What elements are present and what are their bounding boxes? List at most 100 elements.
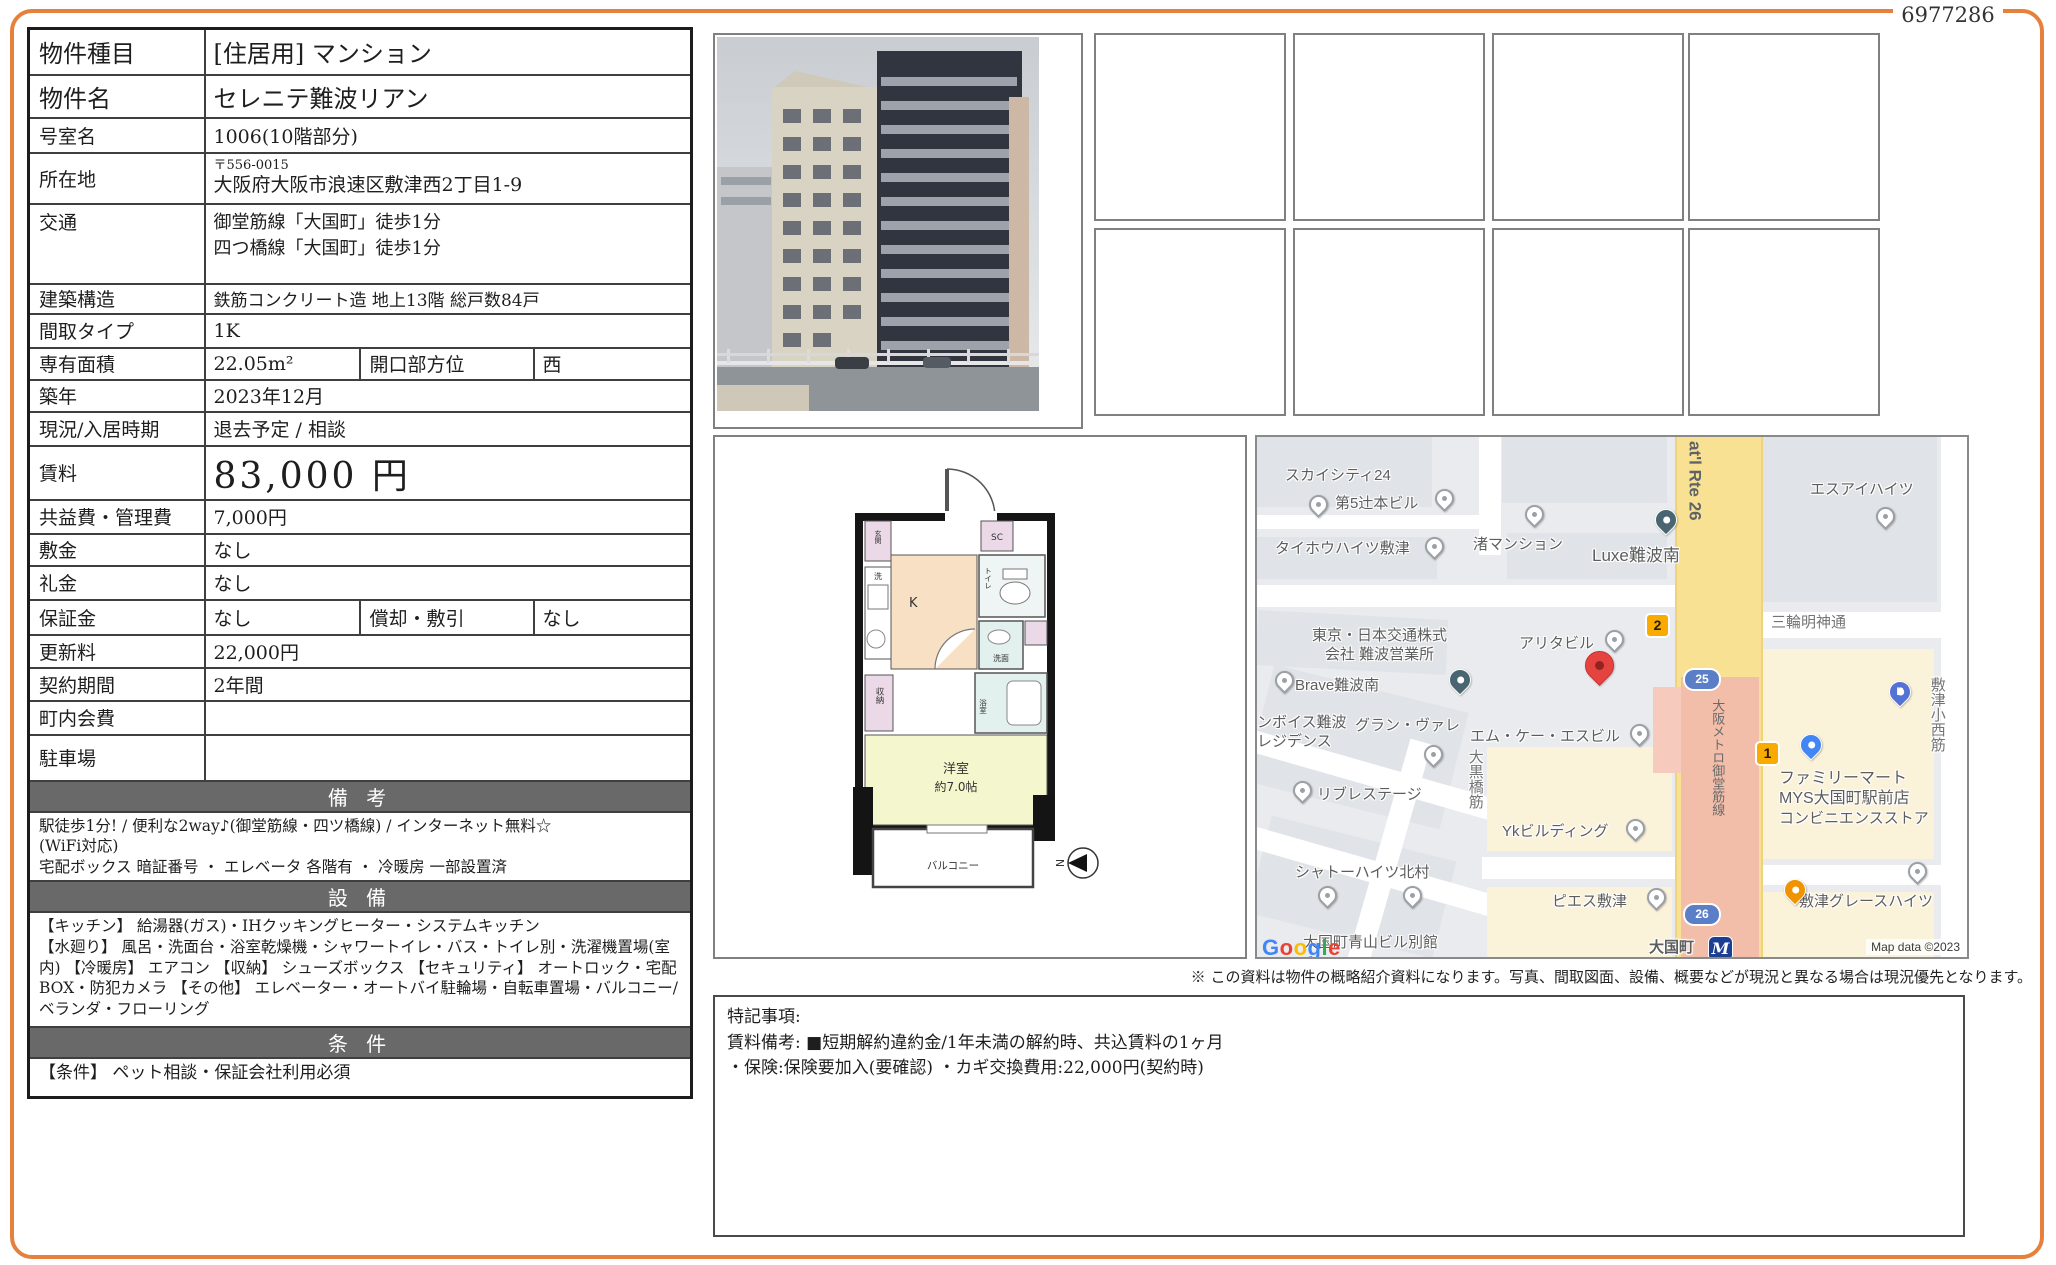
map-label-libre: リブレステージ [1317, 786, 1422, 803]
fp-balcony-label: バルコニー [927, 860, 979, 872]
location-label: 所在地 [27, 151, 206, 205]
row-equipment: 【キッチン】 給湯器(ガス)・IHクッキングヒーター・システムキッチン 【水廻り… [27, 911, 693, 1029]
fp-entrance-label: 玄関 [874, 529, 882, 545]
location-map: at'l Rte 26 大阪メトロ御堂筋線 大黒橋筋 敷津小西筋 三輪明神通 ス… [1255, 435, 1969, 959]
area-label: 専有面積 [27, 346, 206, 381]
row-built: 築年 2023年12月 [27, 378, 693, 413]
row-deposit: 敷金 なし [27, 532, 693, 567]
map-label-luxe: Luxe難波南 [1592, 546, 1680, 565]
fp-shoebox-label: SC [991, 533, 1003, 543]
property-type-value: [住居用] マンション [203, 27, 693, 76]
row-property-name: 物件名 セレニテ難波リアン [27, 73, 693, 119]
map-label-tokyo-nihon: 東京・日本交通株式 会社 難波営業所 [1312, 627, 1448, 663]
neighborhood-fee-label: 町内会費 [27, 699, 206, 736]
property-name-value: セレニテ難波リアン [203, 73, 693, 119]
row-parking: 駐車場 [27, 733, 693, 782]
map-label-piesu: ピエス敷津 [1552, 893, 1628, 910]
rent-value: 83,000 円 [203, 444, 693, 501]
fp-washroom-label: 洗面 [993, 653, 1009, 663]
contract-label: 契約期間 [27, 666, 206, 702]
renewal-label: 更新料 [27, 633, 206, 669]
map-label-miwa: 三輪明神通 [1771, 614, 1847, 631]
building-photo-frame [713, 33, 1083, 429]
row-structure: 建築構造 鉄筋コンクリート造 地上13階 総戸数84戸 [27, 282, 693, 315]
equipment-text: 【キッチン】 給湯器(ガス)・IHクッキングヒーター・システムキッチン 【水廻り… [27, 911, 693, 1029]
transport-label: 交通 [27, 202, 206, 285]
map-label-invoice: ンボイス難波 レジデンス [1257, 714, 1347, 750]
row-layout-type: 間取タイプ 1K [27, 312, 693, 349]
map-label-skycity: スカイシティ24 [1285, 467, 1391, 484]
row-property-type: 物件種目 [住居用] マンション [27, 27, 693, 76]
map-label-grace: 敷津グレースハイツ [1799, 893, 1933, 910]
map-pin [1601, 626, 1628, 653]
amortization-value: なし [532, 598, 693, 636]
map-label-arita: アリタビル [1519, 635, 1595, 652]
location-value: 〒556-0015 大阪府大阪市浪速区敷津西2丁目1-9 [203, 151, 693, 205]
equipment-header: 設 備 [27, 880, 693, 914]
guarantee-label: 保証金 [27, 598, 206, 636]
deposit-label: 敷金 [27, 532, 206, 567]
row-status: 現況/入居時期 退去予定 / 相談 [27, 410, 693, 447]
row-fees: 共益費・管理費 7,000円 [27, 498, 693, 535]
route-badge-25: 25 [1685, 670, 1719, 689]
property-type-label: 物件種目 [27, 27, 206, 76]
row-location: 所在地 〒556-0015 大阪府大阪市浪速区敷津西2丁目1-9 [27, 151, 693, 205]
disclaimer-note: ※ この資料は物件の概略紹介資料になります。写真、間取図面、設備、概要などが現況… [1190, 968, 2032, 986]
map-road [1257, 515, 1492, 529]
map-road [1257, 585, 1677, 607]
parking-value [203, 733, 693, 782]
map-label-famima: ファミリーマート MYS大国町駅前店 [1779, 770, 1910, 807]
row-guarantee: 保証金 なし 償却・敷引 なし [27, 598, 693, 636]
map-label-konishi: 敷津小西筋 [1928, 677, 1946, 752]
map-block [1762, 437, 1937, 602]
row-renewal: 更新料 22,000円 [27, 633, 693, 669]
special-notes-box: 特記事項: 賃料備考: ■短期解約違約金/1年未満の解約時、共込賃料の1ヶ月 ・… [713, 995, 1965, 1237]
fp-toilet-label: トイレ [984, 567, 993, 590]
fp-room-label-2: 約7.0帖 [934, 779, 977, 794]
floorplan: 玄関 SC トイレ K 洗 洗面 収納 浴室 洋室 約7.0帖 バルコニー N [853, 468, 1099, 889]
photo-placeholder-5 [1094, 228, 1286, 416]
status-value: 退去予定 / 相談 [203, 410, 693, 447]
map-pin [1521, 501, 1548, 528]
map-label-midosuji-line: 大阪メトロ御堂筋線 [1710, 699, 1726, 816]
map-label-nagisa: 渚マンション [1473, 536, 1564, 553]
contract-value: 2年間 [203, 666, 693, 702]
map-label-yk: Ykビルディング [1502, 823, 1609, 840]
remarks-text: 駅徒歩1分! / 便利な2way♪(御堂筋線・四ツ橋線) / インターネット無料… [27, 810, 693, 883]
property-flyer-page: 6977286 物件種目 [住居用] マンション 物件名 セレニテ難波リアン 号… [0, 0, 2056, 1265]
postal-code: 〒556-0015 [213, 158, 289, 174]
facing-value: 西 [532, 346, 693, 381]
google-logo: Google [1262, 935, 1341, 959]
room-no-label: 号室名 [27, 116, 206, 154]
conditions-header: 条 件 [27, 1026, 693, 1060]
row-room-no: 号室名 1006(10階部分) [27, 116, 693, 154]
property-spec-table: 物件種目 [住居用] マンション 物件名 セレニテ難波リアン 号室名 1006(… [27, 27, 693, 1099]
guarantee-value: なし [203, 598, 361, 636]
row-area: 専有面積 22.05m² 開口部方位 西 [27, 346, 693, 381]
key-money-value: なし [203, 564, 693, 601]
map-pin [1626, 720, 1653, 747]
row-neighborhood-fee: 町内会費 [27, 699, 693, 736]
route-badge-2: 2 [1647, 615, 1668, 636]
fp-closet-label: 収納 [874, 686, 884, 705]
fp-kitchen-label: K [909, 596, 918, 611]
document-id: 6977286 [1893, 0, 2003, 30]
map-label-daikokubashi: 大黒橋筋 [1466, 749, 1484, 809]
built-label: 築年 [27, 378, 206, 413]
renewal-value: 22,000円 [203, 633, 693, 669]
row-rent: 賃料 83,000 円 [27, 444, 693, 501]
osaka-metro-icon: M [1709, 937, 1732, 957]
parking-letter: P [1896, 686, 1904, 698]
photo-placeholder-6 [1293, 228, 1485, 416]
photo-placeholder-2 [1293, 33, 1485, 221]
fees-label: 共益費・管理費 [27, 498, 206, 535]
map-label-granvale: グラン・ヴァレ [1355, 717, 1461, 734]
property-name-label: 物件名 [27, 73, 206, 119]
status-label: 現況/入居時期 [27, 410, 206, 447]
photo-placeholder-7 [1492, 228, 1684, 416]
row-remarks-header: 備 考 [27, 779, 693, 813]
remarks-header: 備 考 [27, 779, 693, 813]
map-pin-tokyo-nihon [1444, 664, 1476, 696]
fp-washer-label: 洗 [874, 571, 882, 581]
floorplan-frame: 玄関 SC トイレ K 洗 洗面 収納 浴室 洋室 約7.0帖 バルコニー N [713, 435, 1247, 959]
